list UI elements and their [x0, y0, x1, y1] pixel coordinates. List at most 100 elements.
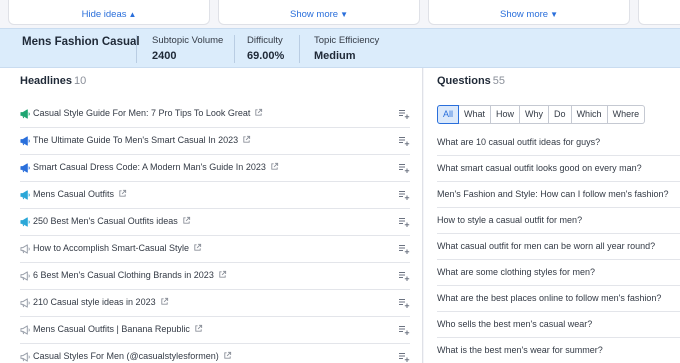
- headline-label: Smart Casual Dress Code: A Modern Man's …: [33, 162, 266, 172]
- subtopic-volume-value: 2400: [152, 50, 177, 62]
- question-text: What smart casual outfit looks good on e…: [437, 163, 642, 173]
- add-to-list-icon[interactable]: [398, 270, 410, 282]
- question-text: What casual outfit for men can be worn a…: [437, 241, 656, 251]
- chevron-up-icon: ▲: [128, 10, 137, 19]
- questions-heading: Questions 55: [437, 75, 505, 87]
- external-link-icon[interactable]: [270, 162, 279, 171]
- show-more-label-1: Show more: [290, 9, 339, 20]
- headline-row[interactable]: Casual Style Guide For Men: 7 Pro Tips T…: [20, 101, 410, 128]
- question-text: What is the best men's wear for summer?: [437, 345, 603, 355]
- headline-row[interactable]: Mens Casual Outfits: [20, 182, 410, 209]
- headline-row[interactable]: Smart Casual Dress Code: A Modern Man's …: [20, 155, 410, 182]
- headline-text[interactable]: Smart Casual Dress Code: A Modern Man's …: [33, 162, 279, 172]
- add-to-list-icon[interactable]: [398, 135, 410, 147]
- headline-row[interactable]: The Ultimate Guide To Men's Smart Casual…: [20, 128, 410, 155]
- headline-text[interactable]: 250 Best Men's Casual Outfits ideas: [33, 216, 191, 226]
- question-filter-tabs: All What How Why Do Which Where: [437, 105, 646, 124]
- megaphone-icon: [20, 271, 30, 281]
- question-row[interactable]: What smart casual outfit looks good on e…: [437, 156, 680, 182]
- megaphone-icon: [20, 163, 30, 173]
- hide-ideas-link[interactable]: Hide ideas ▲: [9, 9, 209, 20]
- topic-efficiency-label: Topic Efficiency: [314, 35, 380, 46]
- question-row[interactable]: Men's Fashion and Style: How can I follo…: [437, 182, 680, 208]
- divider: [234, 35, 235, 63]
- questions-count: 55: [492, 75, 506, 87]
- question-row[interactable]: How to style a casual outfit for men?: [437, 208, 680, 234]
- show-more-link-2[interactable]: Show more ▼: [429, 9, 629, 20]
- questions-title: Questions: [437, 75, 491, 87]
- external-link-icon[interactable]: [118, 189, 127, 198]
- external-link-icon[interactable]: [223, 351, 232, 360]
- add-to-list-icon[interactable]: [398, 216, 410, 228]
- external-link-icon[interactable]: [242, 135, 251, 144]
- headline-row[interactable]: 250 Best Men's Casual Outfits ideas: [20, 209, 410, 236]
- headline-text[interactable]: How to Accomplish Smart-Casual Style: [33, 243, 202, 253]
- external-link-icon[interactable]: [182, 216, 191, 225]
- headline-label: Casual Styles For Men (@casualstylesform…: [33, 351, 219, 361]
- headline-label: Casual Style Guide For Men: 7 Pro Tips T…: [33, 108, 251, 118]
- question-row[interactable]: What are the best places online to follo…: [437, 286, 680, 312]
- headline-row[interactable]: How to Accomplish Smart-Casual Style: [20, 236, 410, 263]
- headline-text[interactable]: Mens Casual Outfits | Banana Republic: [33, 324, 203, 334]
- headline-label: How to Accomplish Smart-Casual Style: [33, 243, 190, 253]
- headline-text[interactable]: Casual Styles For Men (@casualstylesform…: [33, 351, 232, 361]
- topic-efficiency-metric: Topic Efficiency Medium: [314, 35, 379, 62]
- add-to-list-icon[interactable]: [398, 108, 410, 120]
- tab-where[interactable]: Where: [607, 105, 646, 124]
- headline-row[interactable]: Casual Styles For Men (@casualstylesform…: [20, 344, 410, 363]
- external-link-icon[interactable]: [193, 243, 202, 252]
- headline-text[interactable]: Casual Style Guide For Men: 7 Pro Tips T…: [33, 108, 263, 118]
- idea-card-1: Hide ideas ▲: [8, 0, 210, 25]
- tab-which[interactable]: Which: [571, 105, 608, 124]
- difficulty-metric: Difficulty 69.00%: [247, 35, 284, 62]
- add-to-list-icon[interactable]: [398, 189, 410, 201]
- show-more-link-1[interactable]: Show more ▼: [219, 9, 419, 20]
- megaphone-icon: [20, 190, 30, 200]
- question-row[interactable]: What are some clothing styles for men?: [437, 260, 680, 286]
- add-to-list-icon[interactable]: [398, 324, 410, 336]
- megaphone-icon: [20, 325, 30, 335]
- external-link-icon[interactable]: [218, 270, 227, 279]
- question-row[interactable]: What is the best men's wear for summer?: [437, 338, 680, 363]
- external-link-icon[interactable]: [254, 108, 263, 117]
- headlines-title: Headlines: [20, 75, 72, 87]
- add-to-list-icon[interactable]: [398, 297, 410, 309]
- megaphone-icon: [20, 352, 30, 362]
- topic-efficiency-value: Medium: [314, 50, 356, 62]
- headline-row[interactable]: Mens Casual Outfits | Banana Republic: [20, 317, 410, 344]
- question-row[interactable]: What are 10 casual outfit ideas for guys…: [437, 130, 680, 156]
- headline-label: 6 Best Men's Casual Clothing Brands in 2…: [33, 270, 214, 280]
- question-text: Men's Fashion and Style: How can I follo…: [437, 189, 669, 199]
- divider: [299, 35, 300, 63]
- add-to-list-icon[interactable]: [398, 162, 410, 174]
- headline-text[interactable]: 210 Casual style ideas in 2023: [33, 297, 169, 307]
- megaphone-icon: [20, 244, 30, 254]
- tab-all[interactable]: All: [437, 105, 460, 124]
- headline-text[interactable]: Mens Casual Outfits: [33, 189, 127, 199]
- topic-summary-bar: Mens Fashion Casual Subtopic Volume 2400…: [0, 28, 680, 68]
- headline-text[interactable]: The Ultimate Guide To Men's Smart Casual…: [33, 135, 251, 145]
- headline-row[interactable]: 6 Best Men's Casual Clothing Brands in 2…: [20, 263, 410, 290]
- external-link-icon[interactable]: [194, 324, 203, 333]
- tab-do[interactable]: Do: [549, 105, 572, 124]
- subtopic-volume-metric: Subtopic Volume 2400: [152, 35, 223, 62]
- headline-label: 210 Casual style ideas in 2023: [33, 297, 156, 307]
- headline-row[interactable]: 210 Casual style ideas in 2023: [20, 290, 410, 317]
- headline-text[interactable]: 6 Best Men's Casual Clothing Brands in 2…: [33, 270, 227, 280]
- headline-label: Mens Casual Outfits: [33, 189, 115, 199]
- tab-how[interactable]: How: [491, 105, 521, 124]
- chevron-down-icon: ▼: [550, 10, 558, 19]
- question-row[interactable]: What casual outfit for men can be worn a…: [437, 234, 680, 260]
- tab-why[interactable]: Why: [520, 105, 550, 124]
- question-text: What are 10 casual outfit ideas for guys…: [437, 137, 601, 147]
- show-more-label-2: Show more: [500, 9, 549, 20]
- headlines-panel: Headlines 10 Casual Style Guide For Men: …: [0, 68, 423, 363]
- add-to-list-icon[interactable]: [398, 243, 410, 255]
- megaphone-icon: [20, 217, 30, 227]
- question-text: What are some clothing styles for men?: [437, 267, 596, 277]
- tab-what[interactable]: What: [459, 105, 492, 124]
- external-link-icon[interactable]: [160, 297, 169, 306]
- question-row[interactable]: Who sells the best men's casual wear?: [437, 312, 680, 338]
- add-to-list-icon[interactable]: [398, 351, 410, 363]
- subtopic-volume-label: Subtopic Volume: [152, 35, 224, 46]
